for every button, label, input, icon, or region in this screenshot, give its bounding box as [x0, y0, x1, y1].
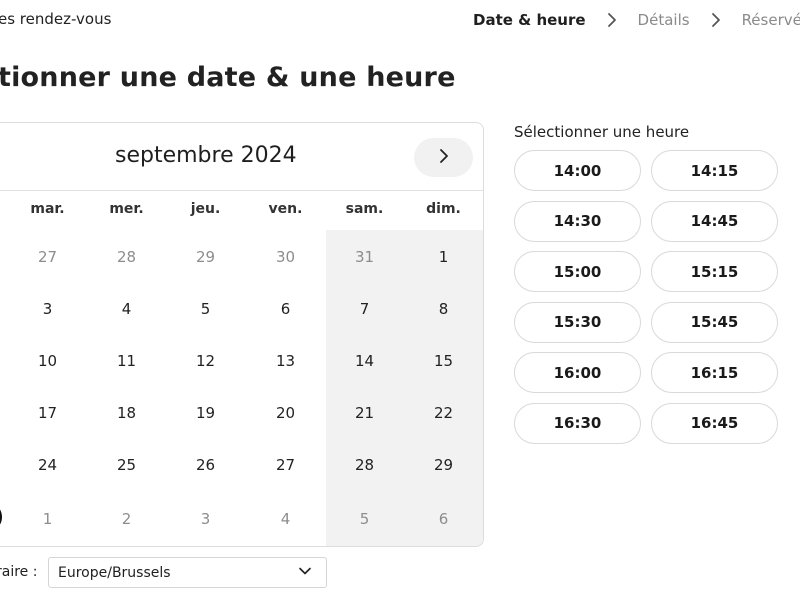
- time-slot-button[interactable]: 15:00: [514, 251, 641, 292]
- calendar-day[interactable]: 20: [246, 404, 325, 422]
- time-slot-button[interactable]: 16:00: [514, 352, 641, 393]
- chevron-down-icon: [298, 563, 312, 582]
- calendar-day[interactable]: 27: [246, 456, 325, 474]
- step-reserved: Réservé: [741, 11, 800, 29]
- calendar-day[interactable]: 24: [8, 456, 87, 474]
- calendar-day[interactable]: 22: [404, 404, 483, 422]
- time-slot-button[interactable]: 15:15: [651, 251, 778, 292]
- weekday-label: dim.: [426, 201, 461, 217]
- chevron-right-icon: [603, 11, 621, 29]
- calendar-day[interactable]: 3: [8, 300, 87, 318]
- chevron-right-icon: [436, 148, 452, 168]
- calendar-day: 6: [438, 510, 449, 528]
- step-details: Détails: [637, 11, 690, 29]
- calendar-day: 5: [359, 510, 370, 528]
- time-slot-button[interactable]: 14:45: [651, 200, 778, 242]
- calendar-day[interactable]: 12: [166, 352, 245, 370]
- calendar-day: 30: [275, 248, 296, 266]
- calendar-day[interactable]: 1: [404, 248, 483, 266]
- calendar-day[interactable]: 28: [325, 456, 404, 474]
- calendar-day: 27: [37, 248, 58, 266]
- weekday-label: jeu.: [190, 201, 221, 217]
- top-bar: es rendez-vous Date & heure Détails Rése…: [0, 0, 800, 40]
- calendar-day: 2: [121, 510, 132, 528]
- time-slot-button[interactable]: 14:30: [514, 200, 641, 242]
- time-slot-button[interactable]: 15:30: [514, 301, 641, 343]
- chevron-right-icon: [707, 11, 725, 29]
- weekday-label: mar.: [30, 201, 65, 217]
- calendar-day[interactable]: 15: [404, 352, 483, 370]
- calendar-day[interactable]: 26: [166, 456, 245, 474]
- calendar-day[interactable]: 29: [404, 456, 483, 474]
- time-slot-button[interactable]: 16:45: [651, 402, 778, 444]
- time-slot-button[interactable]: 16:15: [651, 352, 778, 393]
- step-date-time[interactable]: Date & heure: [473, 11, 586, 29]
- calendar-day[interactable]: 6: [246, 300, 325, 318]
- weekday-label: sam.: [345, 201, 384, 217]
- calendar-day[interactable]: 11: [87, 352, 166, 370]
- timezone-value: Europe/Brussels: [58, 564, 171, 581]
- time-slot-button[interactable]: 15:45: [651, 301, 778, 343]
- calendar-day: 3: [200, 510, 211, 528]
- time-slot-button[interactable]: 14:15: [651, 150, 778, 191]
- calendar-day[interactable]: 5: [166, 300, 245, 318]
- calendar-day[interactable]: 18: [87, 404, 166, 422]
- calendar-day[interactable]: 7: [325, 300, 404, 318]
- calendar: septembre 2024 mar. mer. jeu. ven. sam. dim. …: [0, 122, 484, 547]
- page-title: tionner une date & une heure: [0, 62, 456, 93]
- calendar-day[interactable]: 14: [325, 352, 404, 370]
- timezone-label: raire :: [0, 564, 38, 580]
- calendar-header: septembre 2024: [0, 123, 483, 191]
- weekend-shading: [326, 230, 483, 546]
- next-month-button[interactable]: [414, 138, 473, 177]
- calendar-day[interactable]: 21: [325, 404, 404, 422]
- booking-steps: Date & heure Détails Réservé: [473, 11, 800, 29]
- timezone-select[interactable]: Europe/Brussels: [48, 557, 327, 588]
- calendar-day[interactable]: 13: [246, 352, 325, 370]
- weekday-label: ven.: [268, 201, 303, 217]
- time-select-label: Sélectionner une heure: [514, 123, 690, 141]
- calendar-day[interactable]: 19: [166, 404, 245, 422]
- weekday-header-row: mar. mer. jeu. ven. sam. dim.: [0, 201, 483, 223]
- calendar-day: 31: [354, 248, 375, 266]
- calendar-day: 1: [42, 510, 53, 528]
- month-label: septembre 2024: [115, 143, 297, 168]
- calendar-day[interactable]: 4: [87, 300, 166, 318]
- calendar-day[interactable]: 10: [8, 352, 87, 370]
- calendar-day[interactable]: 25: [87, 456, 166, 474]
- time-slot-button[interactable]: 14:00: [514, 150, 641, 191]
- calendar-day[interactable]: 8: [404, 300, 483, 318]
- calendar-day: 28: [116, 248, 137, 266]
- time-slot-button[interactable]: 16:30: [514, 402, 641, 444]
- calendar-day: 4: [280, 510, 291, 528]
- weekday-label: mer.: [109, 201, 144, 217]
- app-title: es rendez-vous: [0, 10, 112, 28]
- calendar-day: 29: [195, 248, 216, 266]
- calendar-day[interactable]: 17: [8, 404, 87, 422]
